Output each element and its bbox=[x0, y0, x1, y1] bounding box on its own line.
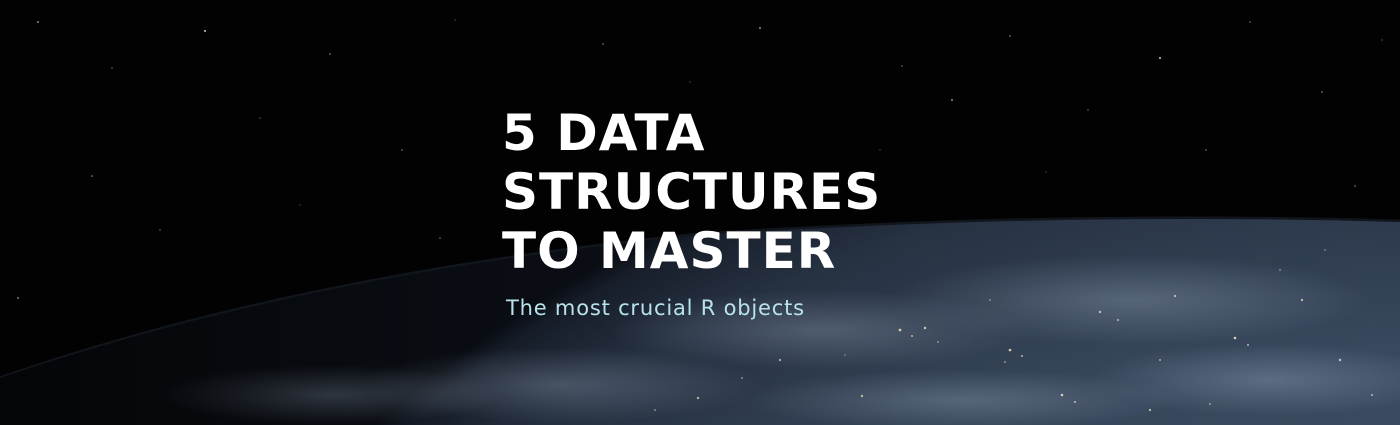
hero-banner: 5 DATA STRUCTURES TO MASTER The most cru… bbox=[0, 0, 1400, 425]
headline-line-3: TO MASTER bbox=[502, 222, 837, 280]
subtitle: The most crucial R objects bbox=[506, 296, 805, 320]
headline-line-1: 5 DATA bbox=[502, 104, 706, 162]
headline: 5 DATA STRUCTURES TO MASTER bbox=[502, 104, 881, 281]
headline-line-2: STRUCTURES bbox=[502, 163, 882, 221]
